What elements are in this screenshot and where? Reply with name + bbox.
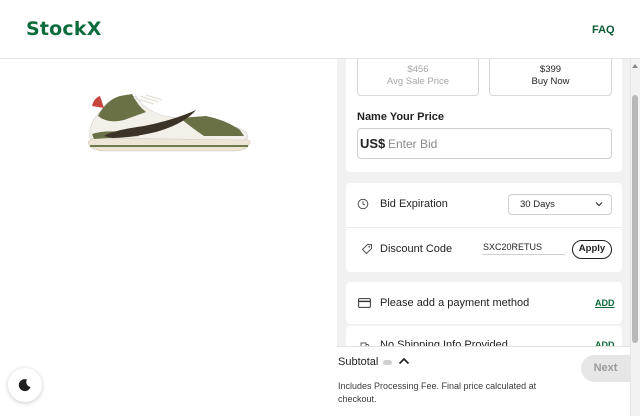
top-header: StockX FAQ bbox=[0, 0, 640, 59]
chevron-down-icon bbox=[595, 202, 603, 207]
options-divider bbox=[346, 227, 622, 228]
faq-link[interactable]: FAQ bbox=[592, 24, 615, 36]
scroll-up-arrow[interactable] bbox=[632, 64, 638, 68]
processing-fee-note: Includes Processing Fee. Final price cal… bbox=[338, 381, 537, 404]
avg-sale-price-box: $456 Avg Sale Price bbox=[357, 59, 479, 96]
buy-now-price: $399 bbox=[539, 64, 562, 75]
subtotal-loading-indicator bbox=[383, 360, 392, 365]
tag-icon bbox=[361, 244, 372, 255]
bid-placeholder: Enter Bid bbox=[388, 137, 438, 151]
next-button[interactable]: Next bbox=[581, 355, 630, 382]
theme-toggle-button[interactable] bbox=[8, 368, 42, 402]
buy-now-label: Buy Now bbox=[531, 76, 570, 87]
discount-code-label: Discount Code bbox=[380, 243, 453, 255]
clock-icon bbox=[357, 198, 369, 210]
chevron-up-icon[interactable] bbox=[397, 356, 411, 366]
discount-code-input[interactable] bbox=[482, 240, 565, 255]
credit-card-icon bbox=[358, 298, 371, 308]
subtotal-label: Subtotal bbox=[338, 356, 379, 368]
add-payment-link[interactable]: ADD bbox=[595, 298, 615, 308]
avg-sale-price-value: $456 bbox=[407, 64, 429, 75]
apply-button[interactable]: Apply bbox=[572, 240, 612, 259]
bid-expiration-label: Bid Expiration bbox=[380, 198, 448, 210]
sneaker-image bbox=[84, 86, 254, 158]
buy-now-button[interactable]: $399 Buy Now bbox=[489, 59, 612, 96]
name-your-price-label: Name Your Price bbox=[357, 111, 445, 123]
bid-expiration-value: 30 Days bbox=[520, 199, 555, 210]
stockx-logo[interactable]: StockX bbox=[26, 18, 102, 40]
currency-label: US$ bbox=[360, 136, 386, 151]
avg-sale-price-label: Avg Sale Price bbox=[386, 76, 450, 87]
scroll-thumb[interactable] bbox=[632, 95, 638, 343]
payment-method-label: Please add a payment method bbox=[380, 297, 530, 309]
moon-icon bbox=[18, 379, 31, 392]
